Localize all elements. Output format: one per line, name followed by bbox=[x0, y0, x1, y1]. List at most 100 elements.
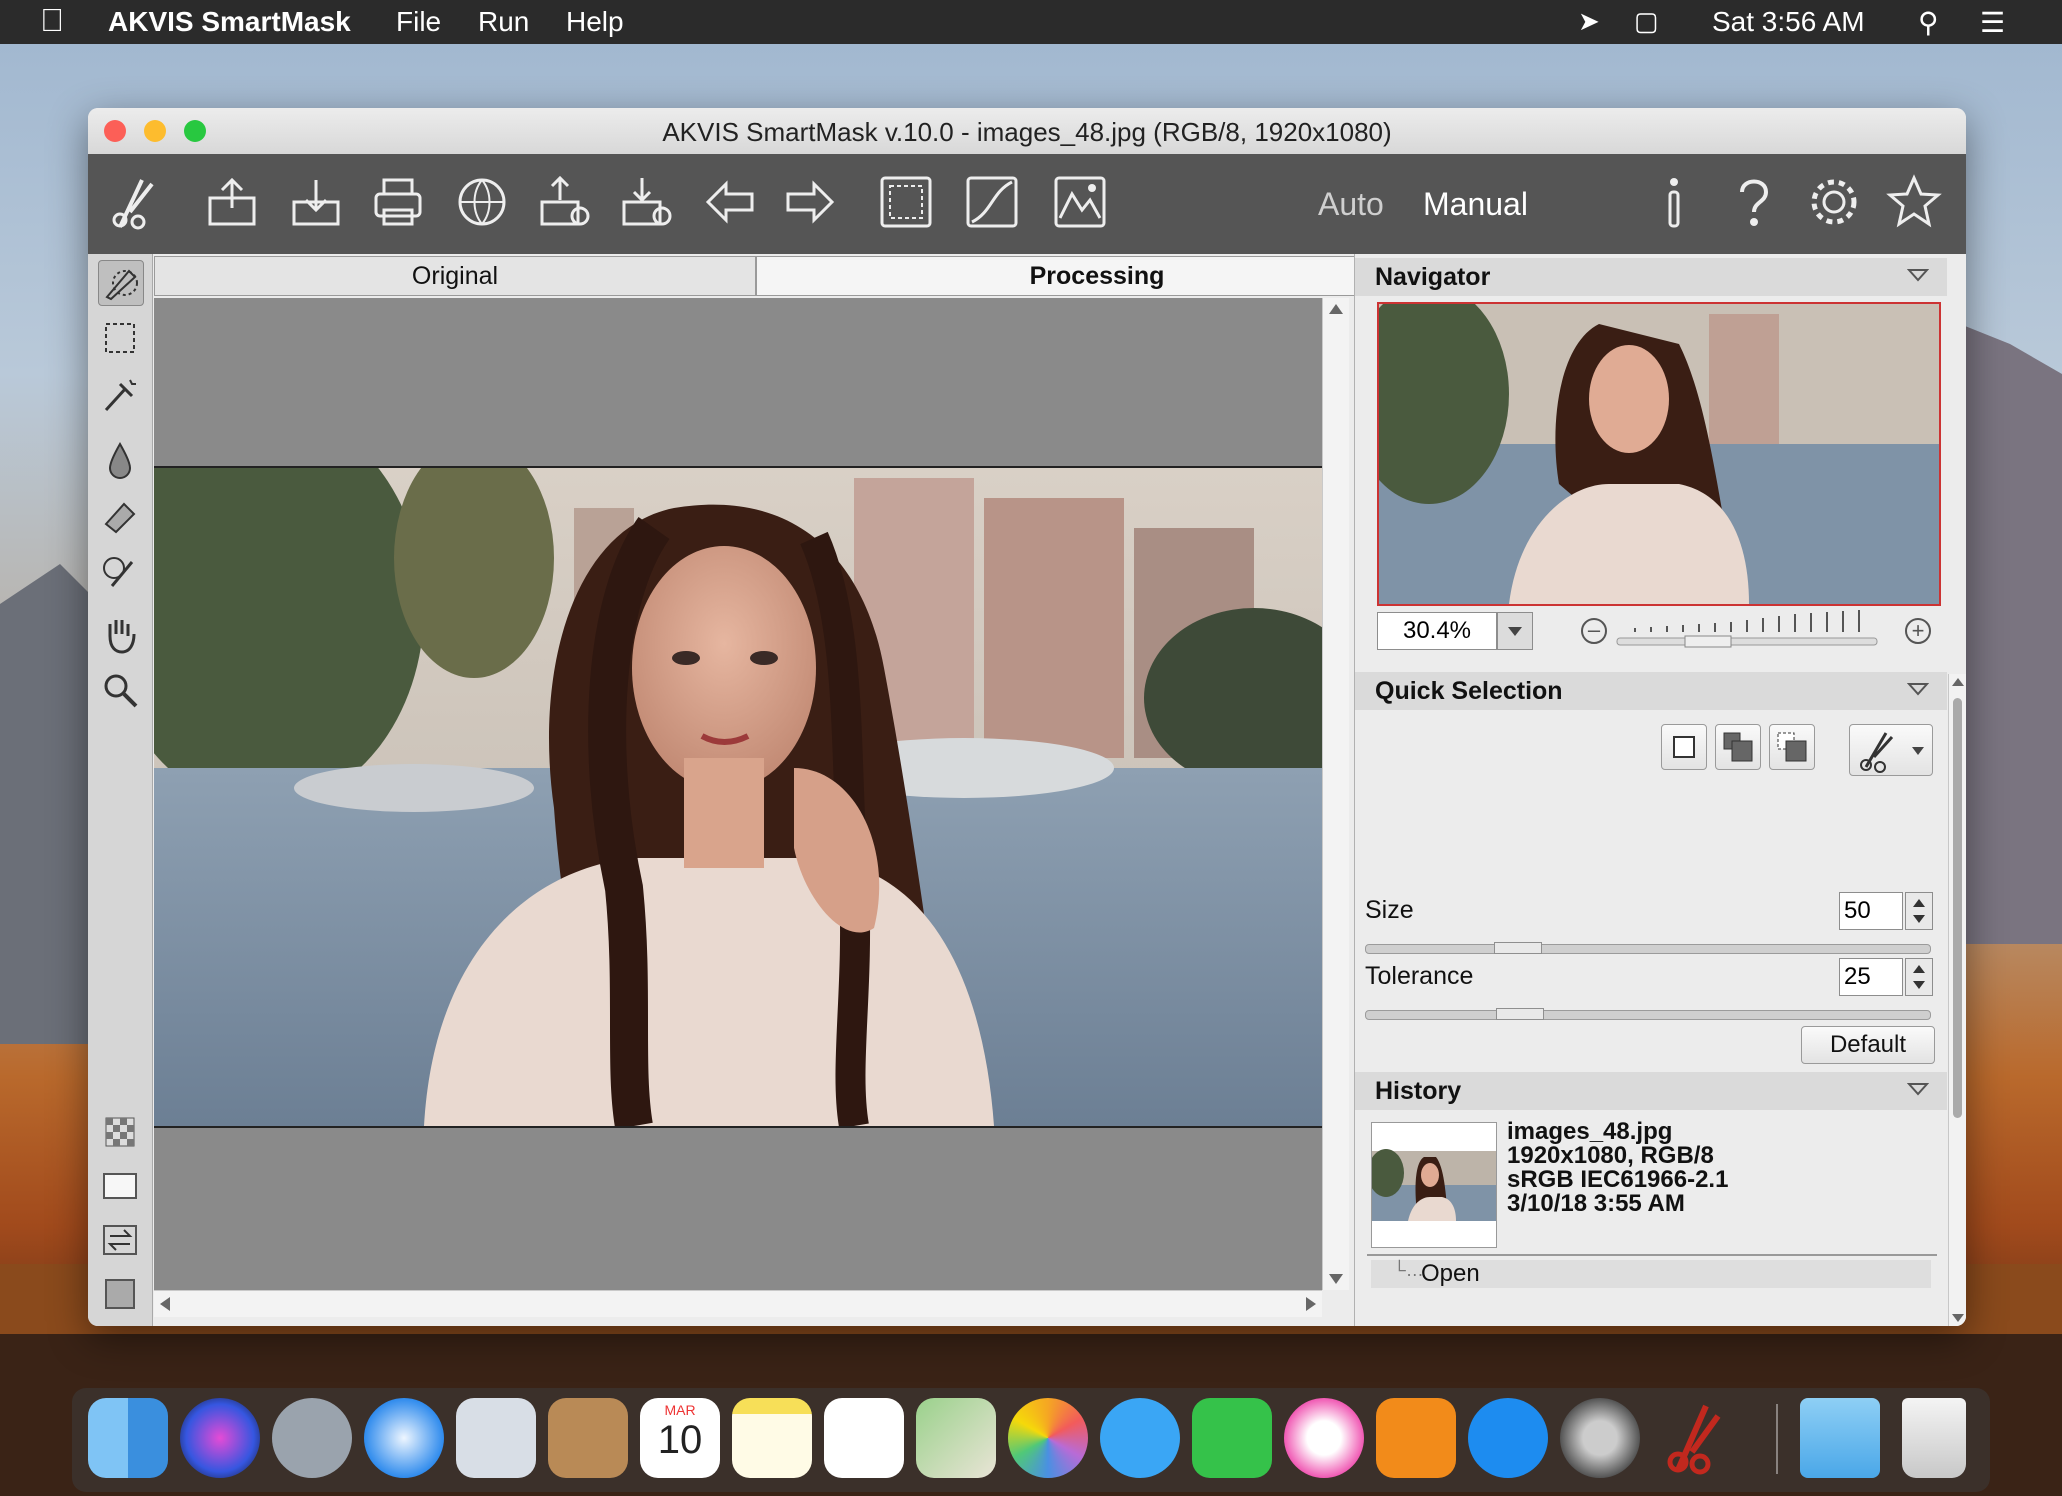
zoom-in-icon[interactable]: + bbox=[1905, 618, 1931, 644]
zoom-dropdown-button[interactable] bbox=[1497, 612, 1533, 650]
history-thumbnail[interactable] bbox=[1371, 1122, 1497, 1248]
stepper-down-icon[interactable] bbox=[1913, 981, 1925, 989]
launchpad-icon[interactable] bbox=[272, 1398, 352, 1478]
system-preferences-icon[interactable] bbox=[1560, 1398, 1640, 1478]
help-icon[interactable] bbox=[1724, 172, 1784, 232]
scroll-down-arrow-icon[interactable] bbox=[1329, 1274, 1343, 1284]
horizontal-scrollbar[interactable] bbox=[154, 1290, 1322, 1317]
collapse-chevron-icon[interactable] bbox=[1907, 267, 1929, 283]
collapse-chevron-icon[interactable] bbox=[1907, 1081, 1929, 1097]
magic-tube-icon[interactable] bbox=[98, 374, 142, 418]
menu-file[interactable]: File bbox=[396, 6, 441, 38]
downloads-folder-icon[interactable] bbox=[1800, 1398, 1880, 1478]
stepper-up-icon[interactable] bbox=[1913, 899, 1925, 907]
tolerance-stepper[interactable] bbox=[1905, 958, 1933, 996]
calendar-icon[interactable]: MAR 10 bbox=[640, 1398, 720, 1478]
quick-selection-header[interactable]: Quick Selection bbox=[1355, 672, 1947, 710]
about-star-icon[interactable] bbox=[1884, 172, 1944, 232]
display-icon[interactable]: ▢ bbox=[1634, 6, 1659, 37]
panel-scroll-thumb[interactable] bbox=[1953, 698, 1962, 1118]
zoom-tool-icon[interactable] bbox=[98, 668, 142, 712]
default-button[interactable]: Default bbox=[1801, 1026, 1935, 1064]
notes-icon[interactable] bbox=[732, 1398, 812, 1478]
save-icon[interactable] bbox=[286, 172, 346, 232]
facetime-icon[interactable] bbox=[1192, 1398, 1272, 1478]
subtract-selection-button[interactable] bbox=[1769, 724, 1815, 770]
share-icon[interactable] bbox=[452, 172, 512, 232]
add-selection-button[interactable] bbox=[1715, 724, 1761, 770]
smartmask-dock-icon[interactable] bbox=[1652, 1398, 1732, 1478]
app-store-icon[interactable] bbox=[1468, 1398, 1548, 1478]
navigator-preview[interactable] bbox=[1377, 302, 1941, 606]
mode-manual-tab[interactable]: Manual bbox=[1423, 186, 1528, 223]
siri-icon[interactable] bbox=[180, 1398, 260, 1478]
zoom-field[interactable]: 30.4% bbox=[1377, 612, 1497, 650]
new-selection-button[interactable] bbox=[1661, 724, 1707, 770]
contacts-icon[interactable] bbox=[548, 1398, 628, 1478]
color-swatch-icon[interactable] bbox=[98, 1272, 142, 1316]
stepper-down-icon[interactable] bbox=[1913, 915, 1925, 923]
mode-auto-tab[interactable]: Auto bbox=[1318, 186, 1384, 223]
mail-icon[interactable] bbox=[456, 1398, 536, 1478]
reminders-icon[interactable] bbox=[824, 1398, 904, 1478]
size-slider[interactable] bbox=[1365, 942, 1931, 954]
scroll-up-arrow-icon[interactable] bbox=[1952, 678, 1964, 686]
ibooks-icon[interactable] bbox=[1376, 1398, 1456, 1478]
eraser-icon[interactable] bbox=[98, 494, 142, 538]
rectangular-selection-icon[interactable] bbox=[98, 316, 142, 360]
export-settings-icon[interactable] bbox=[616, 172, 676, 232]
zoom-slider[interactable] bbox=[1615, 606, 1881, 650]
menubar-clock[interactable]: Sat 3:56 AM bbox=[1712, 6, 1865, 38]
history-step-open[interactable]: └… Open bbox=[1371, 1260, 1931, 1288]
size-stepper[interactable] bbox=[1905, 892, 1933, 930]
hand-icon[interactable] bbox=[98, 612, 142, 656]
info-icon[interactable] bbox=[1644, 172, 1704, 232]
size-input[interactable]: 50 bbox=[1839, 892, 1903, 930]
image-canvas[interactable] bbox=[154, 298, 1322, 1308]
tab-processing[interactable]: Processing bbox=[756, 256, 1438, 296]
navigator-header[interactable]: Navigator bbox=[1355, 258, 1947, 296]
panel-scrollbar[interactable] bbox=[1948, 674, 1966, 1326]
scroll-up-arrow-icon[interactable] bbox=[1329, 304, 1343, 314]
collapse-chevron-icon[interactable] bbox=[1907, 681, 1929, 697]
background-image-icon[interactable] bbox=[1050, 172, 1110, 232]
menu-help[interactable]: Help bbox=[566, 6, 624, 38]
history-brush-icon[interactable] bbox=[98, 550, 142, 594]
import-settings-icon[interactable] bbox=[534, 172, 594, 232]
open-icon[interactable] bbox=[202, 172, 262, 232]
app-menu[interactable]: AKVIS SmartMask bbox=[108, 6, 351, 38]
maps-icon[interactable] bbox=[916, 1398, 996, 1478]
tab-original[interactable]: Original bbox=[154, 256, 756, 296]
settings-gear-icon[interactable] bbox=[1804, 172, 1864, 232]
print-icon[interactable] bbox=[368, 172, 428, 232]
scroll-right-arrow-icon[interactable] bbox=[1306, 1297, 1316, 1311]
finder-icon[interactable] bbox=[88, 1398, 168, 1478]
blur-drop-icon[interactable] bbox=[98, 438, 142, 482]
stepper-up-icon[interactable] bbox=[1913, 965, 1925, 973]
notification-center-icon[interactable]: ☰ bbox=[1980, 6, 2005, 39]
itunes-icon[interactable] bbox=[1284, 1398, 1364, 1478]
selection-brush-icon[interactable] bbox=[98, 260, 144, 306]
swap-colors-icon[interactable] bbox=[98, 1218, 142, 1262]
safari-icon[interactable] bbox=[364, 1398, 444, 1478]
tolerance-input[interactable]: 25 bbox=[1839, 958, 1903, 996]
messages-icon[interactable] bbox=[1100, 1398, 1180, 1478]
tolerance-slider-thumb[interactable] bbox=[1496, 1008, 1544, 1020]
history-header[interactable]: History bbox=[1355, 1072, 1947, 1110]
scroll-down-arrow-icon[interactable] bbox=[1952, 1314, 1964, 1322]
vertical-scrollbar[interactable] bbox=[1322, 298, 1349, 1290]
curves-icon[interactable] bbox=[962, 172, 1022, 232]
white-background-icon[interactable] bbox=[98, 1164, 142, 1208]
mask-icon[interactable] bbox=[876, 172, 936, 232]
undo-icon[interactable] bbox=[700, 172, 760, 232]
transparency-grid-icon[interactable] bbox=[98, 1110, 142, 1154]
spotlight-icon[interactable]: ⚲ bbox=[1918, 6, 1939, 39]
scroll-left-arrow-icon[interactable] bbox=[160, 1297, 170, 1311]
photos-icon[interactable] bbox=[1008, 1398, 1088, 1478]
zoom-out-icon[interactable]: – bbox=[1581, 618, 1607, 644]
location-icon[interactable]: ➤ bbox=[1578, 6, 1600, 37]
redo-icon[interactable] bbox=[780, 172, 840, 232]
tolerance-slider[interactable] bbox=[1365, 1008, 1931, 1020]
apple-icon[interactable]:  bbox=[40, 2, 64, 39]
quick-selection-tool-button[interactable] bbox=[1849, 724, 1933, 776]
